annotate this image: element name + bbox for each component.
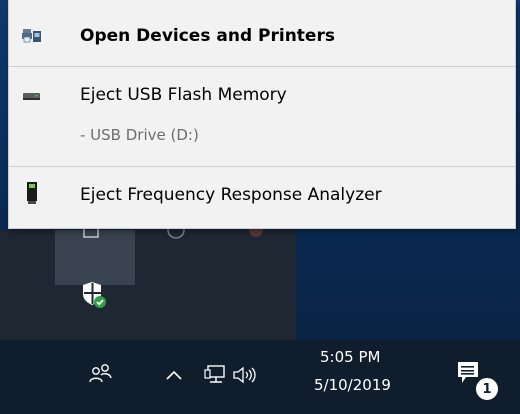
tray-icon[interactable] bbox=[165, 228, 187, 242]
usb-eject-icon bbox=[83, 228, 99, 238]
tray-overflow-panel bbox=[0, 228, 296, 340]
taskbar: 5:05 PM 5/10/2019 1 bbox=[0, 340, 520, 414]
usb-drive-icon bbox=[23, 93, 40, 100]
eject-frequency-response-analyzer-item[interactable]: Eject Frequency Response Analyzer bbox=[9, 172, 515, 218]
tray-overflow-selected-cell[interactable] bbox=[55, 228, 135, 285]
open-devices-printers-item[interactable]: Open Devices and Printers bbox=[9, 13, 515, 59]
menu-item-label: Open Devices and Printers bbox=[80, 26, 335, 46]
clock-time[interactable]: 5:05 PM bbox=[320, 348, 380, 366]
menu-separator bbox=[9, 66, 515, 67]
eject-usb-flash-memory-item[interactable]: Eject USB Flash Memory bbox=[9, 72, 515, 118]
network-icon[interactable] bbox=[204, 364, 228, 386]
tray-icon[interactable] bbox=[245, 228, 267, 242]
people-icon[interactable] bbox=[88, 362, 114, 386]
menu-separator bbox=[9, 166, 515, 167]
clock-date[interactable]: 5/10/2019 bbox=[314, 376, 391, 394]
windows-security-cell[interactable] bbox=[55, 282, 135, 340]
menu-item-label: Eject Frequency Response Analyzer bbox=[80, 185, 382, 205]
menu-item-label: Eject USB Flash Memory bbox=[80, 85, 287, 105]
usb-drive-sublabel: - USB Drive (D:) bbox=[80, 126, 199, 144]
devices-printers-icon bbox=[22, 29, 41, 43]
volume-icon[interactable] bbox=[232, 365, 258, 385]
show-hidden-icons-chevron[interactable] bbox=[165, 369, 183, 381]
usb-device-icon bbox=[27, 182, 37, 204]
windows-security-icon bbox=[83, 282, 106, 308]
context-menu: Open Devices and Printers Eject USB Flas… bbox=[8, 0, 516, 229]
notification-count-badge: 1 bbox=[474, 376, 500, 402]
